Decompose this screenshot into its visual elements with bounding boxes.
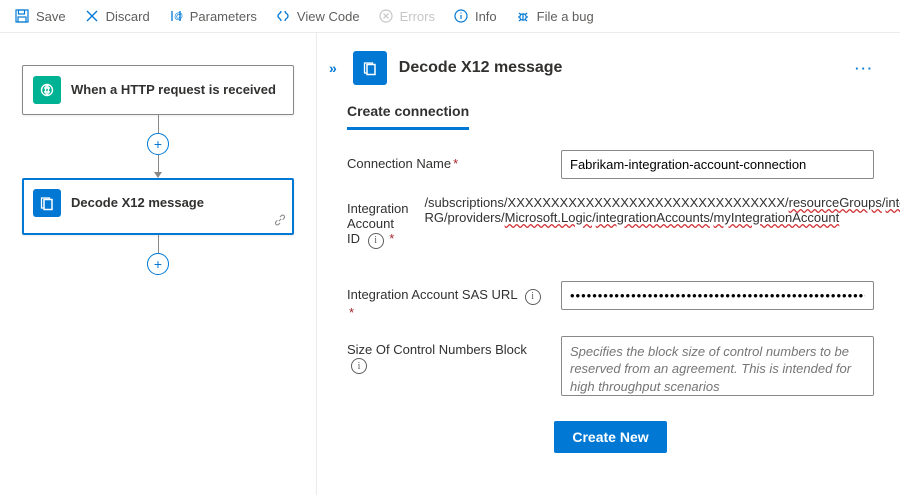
connector: + xyxy=(22,115,294,178)
errors-icon xyxy=(378,8,394,24)
details-panel: » Decode X12 message ··· Create connecti… xyxy=(317,33,900,495)
info-icon xyxy=(453,8,469,24)
action-title: Decode X12 message xyxy=(71,195,204,211)
action-card-selected[interactable]: Decode X12 message xyxy=(22,178,294,235)
trigger-card[interactable]: When a HTTP request is received xyxy=(22,65,294,115)
close-icon xyxy=(84,8,100,24)
errors-label: Errors xyxy=(400,9,435,24)
info-icon[interactable]: i xyxy=(525,289,541,305)
save-button[interactable]: Save xyxy=(14,8,66,24)
discard-button[interactable]: Discard xyxy=(84,8,150,24)
save-icon xyxy=(14,8,30,24)
label-sas-url: Integration Account SAS URL i* xyxy=(347,281,545,320)
designer-canvas[interactable]: When a HTTP request is received + Decode… xyxy=(0,33,317,495)
add-step-button[interactable]: + xyxy=(147,133,169,155)
svg-text:@: @ xyxy=(174,11,183,21)
parameters-button[interactable]: @ Parameters xyxy=(168,8,257,24)
block-size-input[interactable] xyxy=(561,336,874,396)
code-icon xyxy=(275,8,291,24)
view-code-button[interactable]: View Code xyxy=(275,8,360,24)
http-trigger-icon xyxy=(33,76,61,104)
collapse-icon[interactable]: » xyxy=(325,60,341,76)
command-bar: Save Discard @ Parameters View Code Erro… xyxy=(0,0,900,33)
file-bug-label: File a bug xyxy=(537,9,594,24)
info-icon[interactable]: i xyxy=(368,233,384,249)
file-bug-button[interactable]: File a bug xyxy=(515,8,594,24)
add-step-button-2[interactable]: + xyxy=(147,253,169,275)
link-icon xyxy=(274,214,286,229)
connector-end: + xyxy=(22,235,294,275)
panel-tabs: Create connection xyxy=(347,103,874,130)
discard-label: Discard xyxy=(106,9,150,24)
connection-name-input[interactable] xyxy=(561,150,874,179)
integration-account-id-input[interactable]: /subscriptions/XXXXXXXXXXXXXXXXXXXXXXXXX… xyxy=(424,195,900,265)
create-new-button[interactable]: Create New xyxy=(554,421,666,453)
bug-icon xyxy=(515,8,531,24)
view-code-label: View Code xyxy=(297,9,360,24)
panel-title: Decode X12 message xyxy=(399,59,563,77)
tab-create-connection[interactable]: Create connection xyxy=(347,103,469,130)
main-area: When a HTTP request is received + Decode… xyxy=(0,33,900,495)
panel-header-icon xyxy=(353,51,387,85)
sas-url-input[interactable] xyxy=(561,281,874,310)
x12-action-icon xyxy=(33,189,61,217)
parameters-icon: @ xyxy=(168,8,184,24)
label-connection-name: Connection Name* xyxy=(347,150,545,171)
save-label: Save xyxy=(36,9,66,24)
info-button[interactable]: Info xyxy=(453,8,497,24)
info-icon[interactable]: i xyxy=(351,358,367,374)
errors-button: Errors xyxy=(378,8,435,24)
parameters-label: Parameters xyxy=(190,9,257,24)
label-block-size: Size Of Control Numbers Block i xyxy=(347,336,545,375)
label-integration-account-id: Integration Account ID i * xyxy=(347,195,408,249)
connection-form: Connection Name* Integration Account ID … xyxy=(347,150,874,453)
trigger-title: When a HTTP request is received xyxy=(71,82,276,98)
panel-more-menu[interactable]: ··· xyxy=(855,61,874,76)
info-label: Info xyxy=(475,9,497,24)
panel-header: » Decode X12 message ··· xyxy=(325,51,874,85)
